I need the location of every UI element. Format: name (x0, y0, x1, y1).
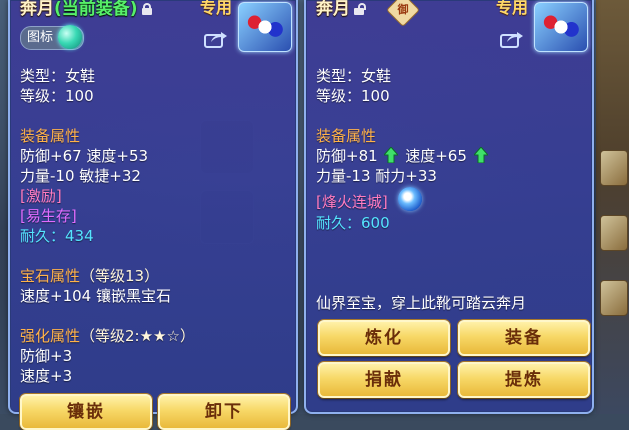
refine-button[interactable]: 炼化 (318, 320, 450, 356)
equipped-item-tooltip: 奔月(当前装备) 专用 图标 类型：女鞋 等级：100 装备属性 防御+67 速… (8, 0, 298, 430)
skill-swirl-icon[interactable] (398, 187, 422, 211)
attr-speed: 速度+65 (405, 147, 467, 165)
green-up-arrow-icon (384, 147, 399, 163)
item-name: 奔月 (20, 0, 54, 19)
share-icon[interactable] (500, 30, 524, 48)
item-level: 等级：100 (316, 87, 390, 105)
gem-attr-row: 宝石属性（等级13） (20, 267, 159, 286)
share-icon[interactable] (204, 30, 228, 48)
item-title: 奔月 (316, 0, 366, 19)
attr-line-1: 防御+67 速度+53 (20, 147, 149, 165)
unlock-icon[interactable] (354, 3, 366, 15)
item-level: 等级：100 (20, 87, 94, 105)
exclusive-label: 专用 (496, 0, 529, 17)
item-portrait-icon (534, 2, 588, 52)
equipped-tag: (当前装备) (54, 0, 138, 19)
bg-scroll-item (600, 280, 628, 316)
orb-toggle-icon[interactable] (58, 25, 82, 49)
enhance-attr-header: 强化属性 (20, 327, 81, 345)
special-effect: [激励] (20, 187, 62, 205)
unequip-button[interactable]: 卸下 (158, 394, 290, 430)
exclusive-label: 专用 (200, 0, 233, 17)
enhance-line-2: 速度+3 (20, 367, 73, 385)
lock-icon[interactable] (141, 3, 152, 15)
compare-item-tooltip: 奔月 御 专用 类型：女鞋 等级：100 装备属性 防御+81 速度+65 力量… (304, 0, 594, 414)
durability: 耐久：434 (20, 227, 94, 245)
attr-line-2: 力量-13 耐力+33 (316, 167, 437, 185)
special-skill: [易生存] (20, 207, 77, 225)
durability: 耐久：600 (316, 214, 390, 232)
item-type: 类型：女鞋 (316, 67, 392, 85)
donate-button[interactable]: 捐献 (318, 362, 450, 398)
item-title: 奔月(当前装备) (20, 0, 152, 19)
attr-line-1: 防御+81 速度+65 (316, 147, 490, 166)
equip-attr-header: 装备属性 (316, 127, 377, 145)
bg-scroll-item (600, 150, 628, 186)
enhance-attr-row: 强化属性（等级2:★★☆） (20, 327, 195, 346)
attr-defense: 防御+81 (316, 147, 378, 165)
seal-badge: 御 (386, 0, 420, 27)
bg-scroll-item (600, 215, 628, 251)
attr-line-2: 力量-10 敏捷+32 (20, 167, 141, 185)
gem-attr-line: 速度+104 镶嵌黑宝石 (20, 287, 171, 305)
inlay-button[interactable]: 镶嵌 (20, 394, 152, 430)
item-portrait-icon (238, 2, 292, 52)
green-up-arrow-icon (473, 147, 488, 163)
gem-attr-header: 宝石属性 (20, 267, 81, 285)
extract-button[interactable]: 提炼 (458, 362, 590, 398)
bg-side-strip (596, 0, 629, 414)
enhance-line-1: 防御+3 (20, 347, 73, 365)
enhance-level: （等级2:★★☆） (80, 327, 195, 345)
special-effect: [烽火连城] (316, 193, 388, 211)
item-name: 奔月 (316, 0, 350, 19)
gem-level: （等级13） (80, 267, 160, 285)
item-type: 类型：女鞋 (20, 67, 96, 85)
equip-button[interactable]: 装备 (458, 320, 590, 356)
item-description: 仙界至宝，穿上此靴可踏云奔月 (316, 294, 527, 312)
equip-attr-header: 装备属性 (20, 127, 81, 145)
